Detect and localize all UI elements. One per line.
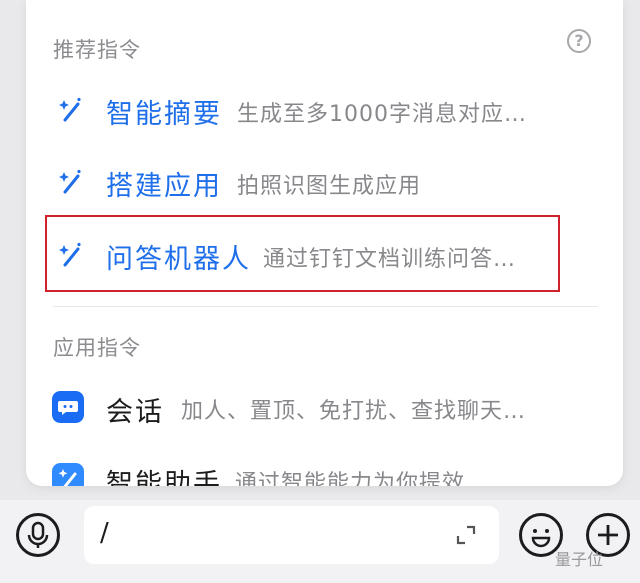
app-commands-section-title: 应用指令 [53,336,141,360]
command-desc: 生成至多1000字消息对应… [237,102,527,127]
command-suggestion-panel: 推荐指令 ? 智能摘要 生成至多1000字消息对应… 搭建应用 拍照识图生成应用… [26,0,623,486]
command-desc: 加人、置顶、免打扰、查找聊天… [181,399,527,424]
command-name: 智能助手 [106,469,222,486]
app-command-smart-assistant[interactable]: 智能助手 通过智能能力为你提效 [26,449,623,486]
command-name: 搭建应用 [106,171,222,202]
command-name: 智能摘要 [106,99,222,130]
chat-bubble-icon [52,391,84,423]
command-item-summary[interactable]: 智能摘要 生成至多1000字消息对应… [26,80,623,140]
watermark: 量子位 [555,550,604,569]
section-divider [53,306,598,307]
voice-input-button[interactable] [16,513,60,557]
command-desc: 通过智能能力为你提效 [235,471,466,486]
magic-wand-icon [59,97,81,122]
magic-wand-icon [52,463,84,486]
microphone-icon [27,521,49,548]
magic-wand-icon [59,169,81,194]
app-command-conversation[interactable]: 会话 加人、置顶、免打扰、查找聊天… [26,377,623,437]
message-input-text: / [100,518,109,548]
message-input[interactable]: / [84,506,499,564]
highlight-box [45,215,560,292]
command-name: 会话 [106,397,164,428]
command-desc: 拍照识图生成应用 [237,174,422,199]
question-circle-icon[interactable]: ? [567,29,591,53]
recommended-section-title: 推荐指令 [53,38,141,62]
command-item-build-app[interactable]: 搭建应用 拍照识图生成应用 [26,152,623,212]
expand-icon[interactable] [454,523,478,547]
